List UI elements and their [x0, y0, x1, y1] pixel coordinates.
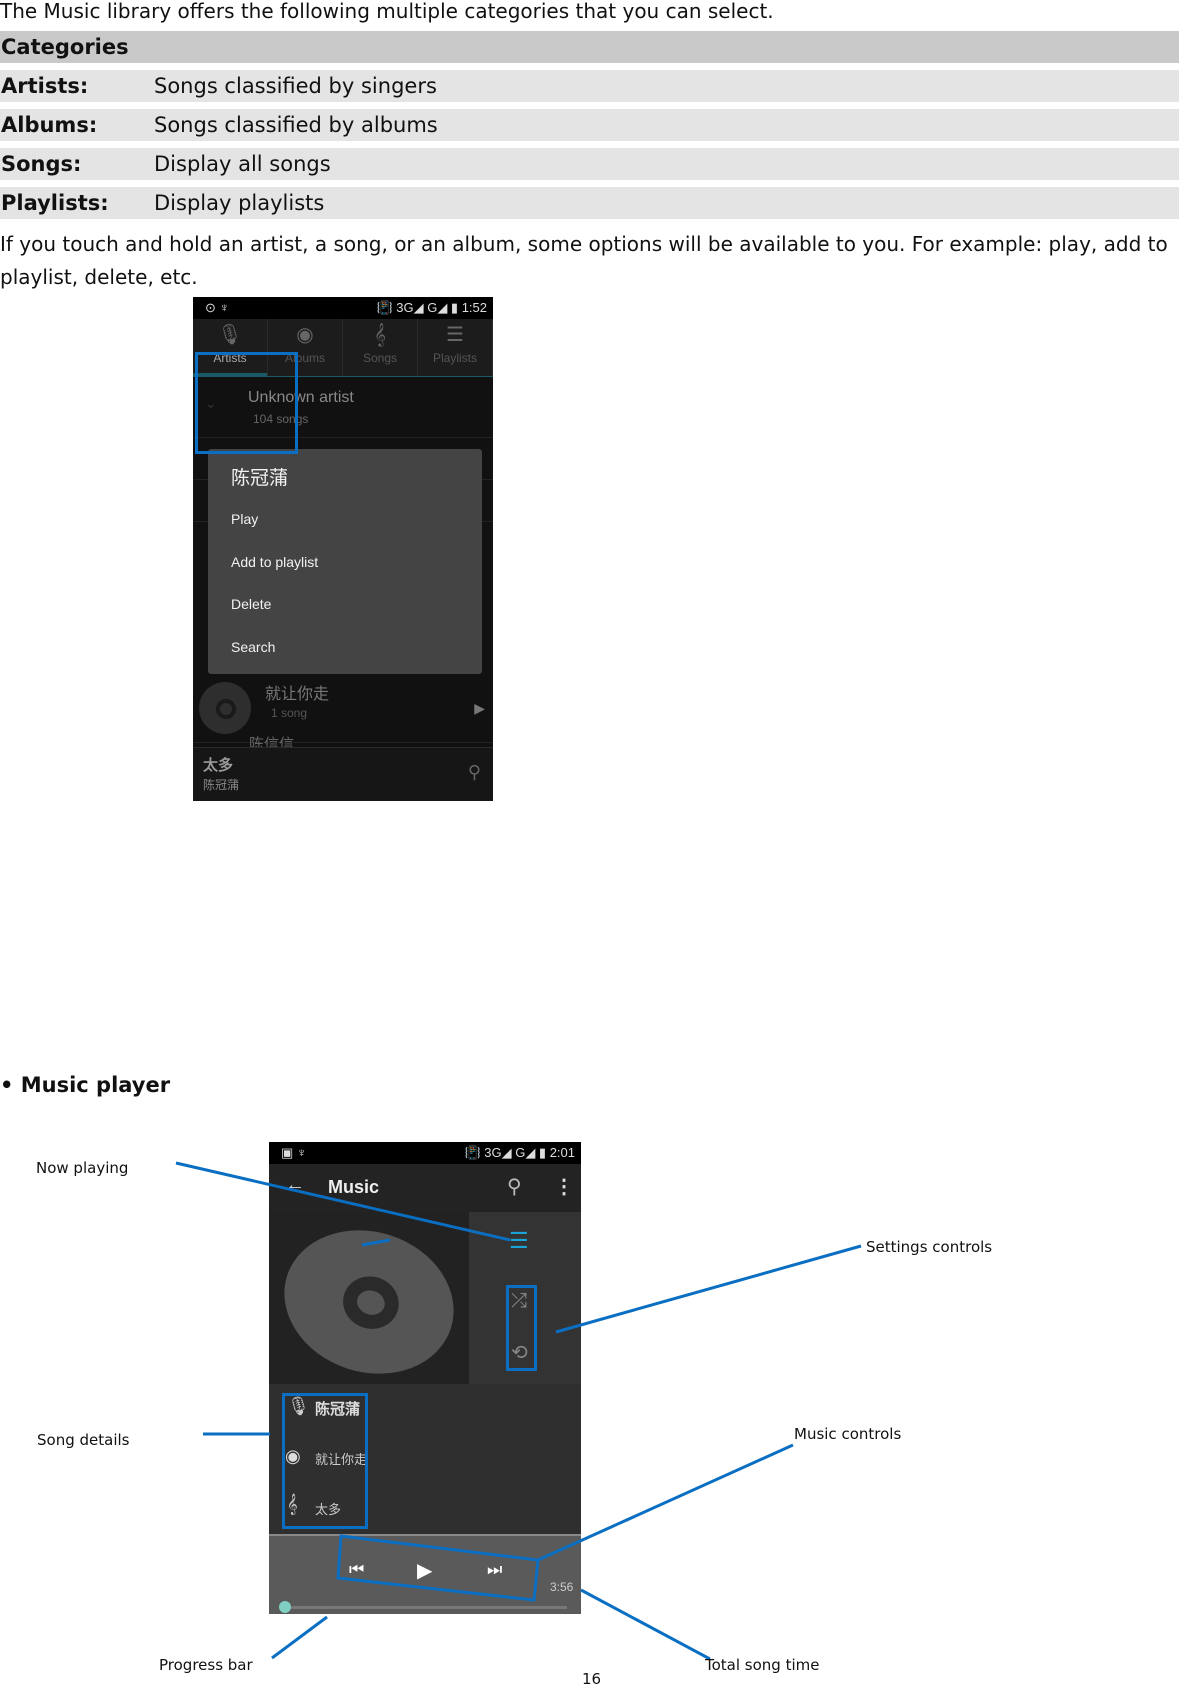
callout-song-details: Song details	[37, 1431, 130, 1449]
callout-music-controls: Music controls	[794, 1425, 902, 1443]
callout-progress-bar: Progress bar	[159, 1656, 253, 1674]
now-playing-line	[175, 1161, 511, 1242]
music-controls-box	[336, 1534, 540, 1602]
settings-line	[555, 1244, 862, 1334]
progress-bar-line	[271, 1615, 328, 1660]
page-number: 16	[582, 1670, 602, 1688]
callout-lines	[175, 1161, 862, 1661]
callout-settings-controls: Settings controls	[866, 1238, 993, 1256]
callout-now-playing: Now playing	[36, 1159, 129, 1177]
now-playing-line-tick	[361, 1238, 391, 1247]
callout-total-song-time: Total song time	[705, 1656, 820, 1674]
music-controls-line	[537, 1443, 794, 1562]
total-time-line	[580, 1588, 711, 1661]
